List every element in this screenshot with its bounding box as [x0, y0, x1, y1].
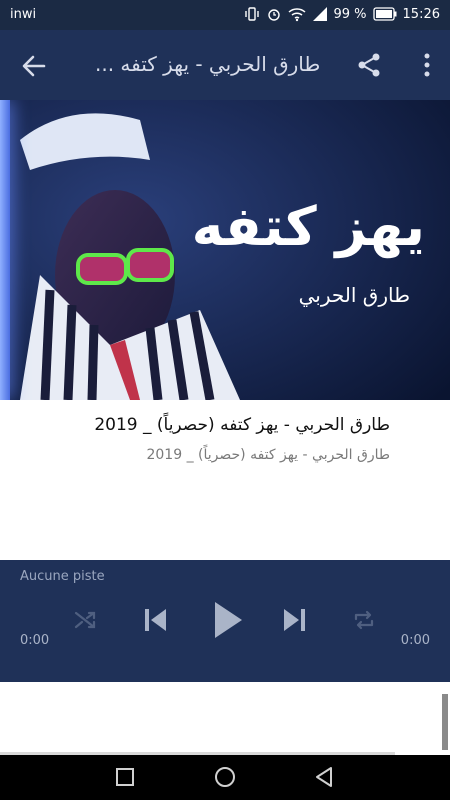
total-time: 0:00 [400, 633, 430, 648]
video-overlay-title: يهز كتفه [191, 195, 425, 258]
elapsed-time: 0:00 [20, 633, 50, 648]
next-icon[interactable] [282, 606, 308, 638]
track-info: طارق الحربي - يهز كتفه (حصرياً) _ 2019 ط… [0, 400, 450, 560]
carrier-label: inwi [10, 7, 37, 22]
status-bar: inwi 99 % 15:26 [0, 0, 450, 30]
previous-icon[interactable] [142, 606, 168, 638]
no-track-label: Aucune piste [20, 569, 105, 584]
more-options-icon[interactable] [422, 52, 432, 78]
vibrate-icon [244, 6, 260, 22]
share-icon[interactable] [356, 52, 382, 78]
back-arrow-icon[interactable] [20, 52, 48, 80]
player-controls: Aucune piste 0:00 0:00 [0, 560, 450, 682]
play-icon[interactable] [212, 600, 244, 644]
neon-light [0, 100, 10, 400]
page-title: طارق الحربي - يهز كتفه ... [95, 52, 321, 76]
wifi-icon [288, 6, 306, 22]
clock: 15:26 [402, 6, 440, 22]
battery-icon [372, 7, 397, 21]
scrollbar[interactable] [442, 694, 448, 750]
track-title: طارق الحربي - يهز كتفه (حصرياً) _ 2019 [94, 415, 390, 435]
repeat-icon[interactable] [352, 608, 376, 636]
app-bar: طارق الحربي - يهز كتفه ... [0, 30, 450, 100]
video-thumbnail[interactable]: يهز كتفه طارق الحربي [0, 100, 450, 400]
home-icon[interactable] [213, 766, 237, 794]
content-area [0, 682, 450, 755]
alarm-icon [266, 6, 282, 22]
track-subtitle: طارق الحربي - يهز كتفه (حصرياً) _ 2019 [146, 447, 390, 463]
battery-percent: 99 % [333, 6, 367, 22]
recent-apps-icon[interactable] [114, 766, 136, 792]
back-nav-icon[interactable] [313, 766, 335, 792]
status-icons: 99 % 15:26 [244, 6, 440, 22]
video-overlay-artist: طارق الحربي [298, 283, 410, 307]
system-nav-bar [0, 755, 450, 800]
signal-icon [312, 6, 328, 22]
shuffle-icon[interactable] [73, 608, 97, 636]
